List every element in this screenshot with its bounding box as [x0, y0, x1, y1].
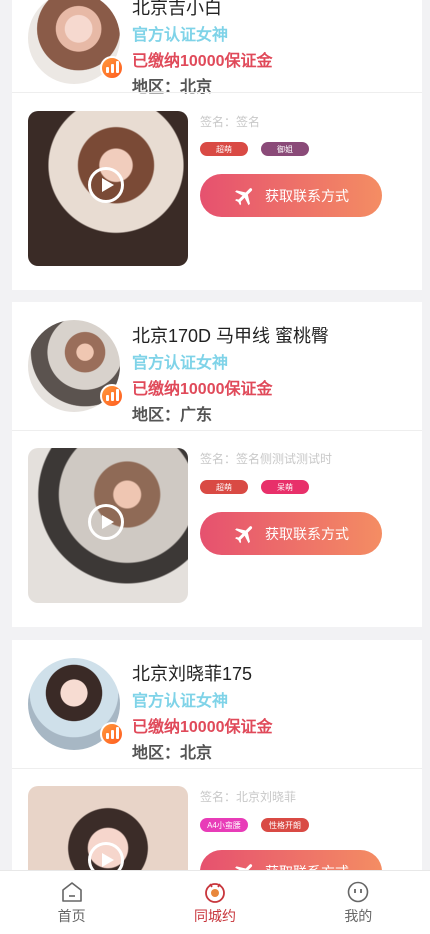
- tag: 超萌: [200, 142, 248, 156]
- divider: [12, 768, 422, 769]
- tab-city-date[interactable]: 同城约: [143, 871, 286, 934]
- avatar[interactable]: [28, 320, 124, 412]
- get-contact-button[interactable]: 获取联系方式: [200, 850, 382, 870]
- profile-card: 北京170D 马甲线 蜜桃臀 官方认证女神 已缴纳10000保证金 地区：广东 …: [12, 302, 422, 627]
- tab-city-date-label: 同城约: [193, 908, 236, 924]
- get-contact-button[interactable]: 获取联系方式: [200, 174, 382, 217]
- verified-label: 官方认证女神: [132, 355, 229, 372]
- profile-face-icon: [348, 881, 369, 903]
- profile-feed[interactable]: 北京吉小白 官方认证女神 已缴纳10000保证金 地区：北京 签名：签名 超萌 …: [0, 0, 430, 870]
- play-icon[interactable]: [88, 842, 124, 870]
- get-contact-label: 获取联系方式: [265, 187, 349, 204]
- deposit-label: 已缴纳10000保证金: [132, 53, 273, 70]
- avatar[interactable]: [28, 658, 124, 750]
- region-label: 地区：广东: [132, 407, 213, 424]
- city-date-icon: [205, 883, 225, 903]
- get-contact-label: 获取联系方式: [265, 525, 349, 542]
- get-contact-button[interactable]: 获取联系方式: [200, 512, 382, 555]
- region-label: 地区：北京: [132, 79, 213, 96]
- tag-list: 超萌 御姐: [200, 142, 309, 156]
- signature: 签名：签名: [200, 115, 261, 129]
- deposit-label: 已缴纳10000保证金: [132, 719, 273, 736]
- deposit-label: 已缴纳10000保证金: [132, 381, 273, 398]
- get-contact-label: 获取联系方式: [265, 862, 349, 871]
- video-thumbnail[interactable]: [28, 111, 188, 266]
- tab-mine-label: 我的: [344, 908, 373, 924]
- avatar[interactable]: [28, 0, 124, 84]
- verified-label: 官方认证女神: [132, 27, 229, 44]
- tag: 御姐: [261, 142, 309, 156]
- divider: [12, 430, 422, 431]
- airplane-icon: [235, 525, 253, 543]
- signature: 签名：签名侧测试测试时: [200, 452, 333, 466]
- tab-home[interactable]: 首页: [0, 871, 143, 934]
- profile-card: 北京刘晓菲175 官方认证女神 已缴纳10000保证金 地区：北京 签名：北京刘…: [12, 640, 422, 870]
- profile-name: 北京刘晓菲175: [132, 664, 253, 684]
- video-thumbnail[interactable]: [28, 448, 188, 603]
- tab-mine[interactable]: 我的: [287, 871, 430, 934]
- signal-badge-icon: [100, 384, 124, 408]
- airplane-icon: [235, 187, 253, 205]
- play-icon[interactable]: [88, 504, 124, 540]
- profile-card: 北京吉小白 官方认证女神 已缴纳10000保证金 地区：北京 签名：签名 超萌 …: [12, 0, 422, 290]
- verified-label: 官方认证女神: [132, 693, 229, 710]
- tag-list: 超萌 呆萌: [200, 480, 309, 494]
- signal-badge-icon: [100, 56, 124, 80]
- video-thumbnail[interactable]: [28, 786, 188, 870]
- region-label: 地区：北京: [132, 745, 213, 762]
- signature: 签名：北京刘晓菲: [200, 790, 297, 804]
- tag: 性格开朗: [261, 818, 309, 832]
- home-icon: [61, 882, 82, 902]
- profile-name: 北京170D 马甲线 蜜桃臀: [132, 326, 330, 346]
- bottom-tab-bar: 首页 同城约 我的: [0, 870, 430, 934]
- play-icon[interactable]: [88, 167, 124, 203]
- profile-name: 北京吉小白: [132, 0, 222, 18]
- signal-badge-icon: [100, 722, 124, 746]
- tag: 超萌: [200, 480, 248, 494]
- tag: A4小蛮腰: [200, 818, 248, 832]
- tag-list: A4小蛮腰 性格开朗: [200, 818, 309, 832]
- tab-home-label: 首页: [57, 908, 86, 924]
- tag: 呆萌: [261, 480, 309, 494]
- airplane-icon: [235, 863, 253, 870]
- divider: [12, 92, 422, 93]
